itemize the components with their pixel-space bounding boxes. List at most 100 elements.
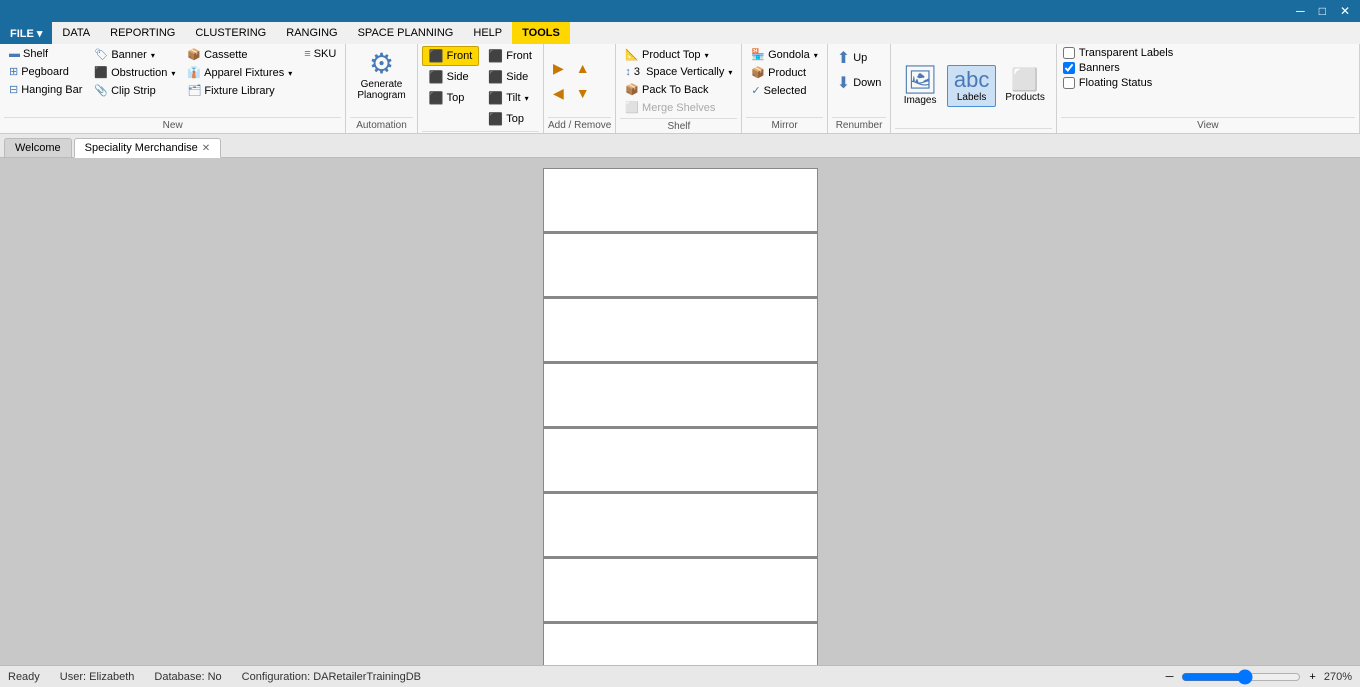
product-top-button[interactable]: 📐 Product Top ▾ xyxy=(620,46,737,63)
restore-button[interactable]: □ xyxy=(1313,1,1332,21)
sku-button[interactable]: ≡ SKU xyxy=(299,46,341,62)
title-bar: ─ □ ✕ xyxy=(0,0,1360,22)
pegboard-button[interactable]: ⊞ Pegboard xyxy=(4,63,87,80)
tilt-icon: ⬛ xyxy=(488,91,503,105)
status-configuration: Configuration: DARetailerTrainingDB xyxy=(242,671,421,683)
mirror-group-label: Mirror xyxy=(746,117,822,131)
zoom-slider[interactable] xyxy=(1181,669,1301,685)
minimize-button[interactable]: ─ xyxy=(1290,1,1311,21)
menu-bar: FILE ▾ DATA REPORTING CLUSTERING RANGING… xyxy=(0,22,1360,44)
ribbon-group-add-remove: ▶ ▲ ◀ ▼ Add / Remove xyxy=(544,44,616,133)
obstruction-button[interactable]: ⬛ Obstruction ▾ xyxy=(89,64,180,81)
gondola-button[interactable]: 🏪 Gondola ▾ xyxy=(746,46,822,63)
merge-shelves-icon: ⬜ xyxy=(625,101,639,114)
product-mirror-button[interactable]: 📦 Product xyxy=(746,64,822,81)
banner-icon: 🏷 xyxy=(94,48,108,61)
selected-button[interactable]: ✓ Selected xyxy=(746,82,822,99)
zoom-plus[interactable]: + xyxy=(1305,671,1319,683)
pack-to-back-button[interactable]: 📦 Pack To Back xyxy=(620,81,737,98)
fixture-library-button[interactable]: 🗂 Fixture Library xyxy=(182,82,297,99)
transparent-labels-check[interactable]: Transparent Labels xyxy=(1061,46,1175,60)
menu-file[interactable]: FILE ▾ xyxy=(0,22,52,44)
tabs-bar: Welcome Speciality Merchandise ✕ xyxy=(0,134,1360,158)
floating-status-checkbox[interactable] xyxy=(1063,77,1075,89)
ribbon: ▬ Shelf ⊞ Pegboard ⊟ Hanging Bar 🏷 Banne… xyxy=(0,44,1360,134)
shelf-row-7 xyxy=(544,559,817,624)
status-bar: Ready User: Elizabeth Database: No Confi… xyxy=(0,665,1360,687)
menu-reporting[interactable]: REPORTING xyxy=(100,22,185,44)
shelf-row-6 xyxy=(544,494,817,559)
shelf-row-4 xyxy=(544,364,817,429)
menu-ranging[interactable]: RANGING xyxy=(276,22,347,44)
tilt-button[interactable]: ⬛ Tilt ▾ xyxy=(481,88,539,108)
close-button[interactable]: ✕ xyxy=(1334,1,1356,21)
ribbon-group-images-labels: 🖼 Images abc Labels ⬜ Products xyxy=(891,44,1057,133)
menu-tools[interactable]: TOOLS xyxy=(512,22,570,44)
remove-left-button[interactable]: ◀ xyxy=(548,82,569,105)
front-right-button[interactable]: ⬛ Front xyxy=(481,46,539,66)
banners-check[interactable]: Banners xyxy=(1061,61,1175,75)
add-remove-group-label: Add / Remove xyxy=(548,117,611,131)
add-up-button[interactable]: ▲ xyxy=(571,57,595,80)
images-button[interactable]: 🖼 Images xyxy=(895,62,945,110)
banner-button[interactable]: 🏷 Banner ▾ xyxy=(89,46,180,63)
tab-close-button[interactable]: ✕ xyxy=(202,143,210,154)
space-vertically-button[interactable]: ↕ 3 Space Vertically ▾ xyxy=(620,64,737,80)
hanging-bar-icon: ⊟ xyxy=(9,83,18,96)
side-right-button[interactable]: ⬛ Side xyxy=(481,67,539,87)
up-button[interactable]: ⬆ Up xyxy=(832,46,887,70)
top-right-button[interactable]: ⬛ Top xyxy=(481,109,539,129)
down-icon: ⬇ xyxy=(837,73,850,93)
zoom-minus[interactable]: ─ xyxy=(1162,671,1178,683)
tab-welcome[interactable]: Welcome xyxy=(4,138,72,157)
add-right-button[interactable]: ▶ xyxy=(548,57,569,80)
tab-speciality-merchandise[interactable]: Speciality Merchandise ✕ xyxy=(74,138,222,158)
banners-checkbox[interactable] xyxy=(1063,62,1075,74)
labels-button[interactable]: abc Labels xyxy=(947,65,996,107)
shelf-row-8 xyxy=(544,624,817,665)
sku-icon: ≡ xyxy=(304,48,310,60)
generate-planogram-button[interactable]: ⚙ GeneratePlanogram xyxy=(350,46,412,105)
shelf-row-3 xyxy=(544,299,817,364)
obstruction-icon: ⬛ xyxy=(94,66,108,79)
clip-strip-button[interactable]: 📎 Clip Strip xyxy=(89,82,180,99)
shelf-row-1 xyxy=(544,169,817,234)
hanging-bar-button[interactable]: ⊟ Hanging Bar xyxy=(4,81,87,98)
status-ready: Ready xyxy=(8,671,40,683)
ribbon-group-view: Transparent Labels Banners Floating Stat… xyxy=(1057,44,1360,133)
pegboard-icon: ⊞ xyxy=(9,65,18,78)
product-top-icon: 📐 xyxy=(625,48,639,61)
apparel-fixtures-button[interactable]: 👔 Apparel Fixtures ▾ xyxy=(182,64,297,81)
merge-shelves-button[interactable]: ⬜ Merge Shelves xyxy=(620,99,737,116)
space-vertically-icon: ↕ xyxy=(625,66,631,78)
title-bar-controls[interactable]: ─ □ ✕ xyxy=(1290,1,1356,21)
side-button[interactable]: ⬛ Side xyxy=(422,67,480,87)
menu-clustering[interactable]: CLUSTERING xyxy=(185,22,276,44)
transparent-labels-checkbox[interactable] xyxy=(1063,47,1075,59)
images-icon: 🖼 xyxy=(902,66,938,94)
front-button[interactable]: ⬛ Front xyxy=(422,46,480,66)
menu-help[interactable]: HELP xyxy=(463,22,512,44)
view-group-label: View xyxy=(1061,117,1355,131)
ribbon-group-renumber: ⬆ Up ⬇ Down Renumber xyxy=(828,44,892,133)
side-icon: ⬛ xyxy=(429,70,444,84)
ribbon-group-shelf: 📐 Product Top ▾ ↕ 3 Space Vertically ▾ 📦… xyxy=(616,44,742,133)
cassette-button[interactable]: 📦 Cassette xyxy=(182,46,297,63)
remove-down-button[interactable]: ▼ xyxy=(571,82,595,105)
zoom-level: 270% xyxy=(1324,671,1352,683)
fixture-library-icon: 🗂 xyxy=(187,84,201,97)
menu-data[interactable]: DATA xyxy=(52,22,100,44)
apparel-fixtures-icon: 👔 xyxy=(187,66,201,79)
products-button[interactable]: ⬜ Products xyxy=(998,65,1051,107)
images-labels-group-label xyxy=(895,128,1052,131)
down-button[interactable]: ⬇ Down xyxy=(832,71,887,95)
renumber-group-label: Renumber xyxy=(832,117,887,131)
floating-status-check[interactable]: Floating Status xyxy=(1061,76,1175,90)
main-area xyxy=(0,158,1360,665)
products-icon: ⬜ xyxy=(1011,69,1038,91)
menu-space-planning[interactable]: SPACE PLANNING xyxy=(348,22,464,44)
shelf-button[interactable]: ▬ Shelf xyxy=(4,46,87,62)
front-right-icon: ⬛ xyxy=(488,49,503,63)
shelf-group-label: Shelf xyxy=(620,118,737,132)
top-button-orient[interactable]: ⬛ Top xyxy=(422,88,480,108)
